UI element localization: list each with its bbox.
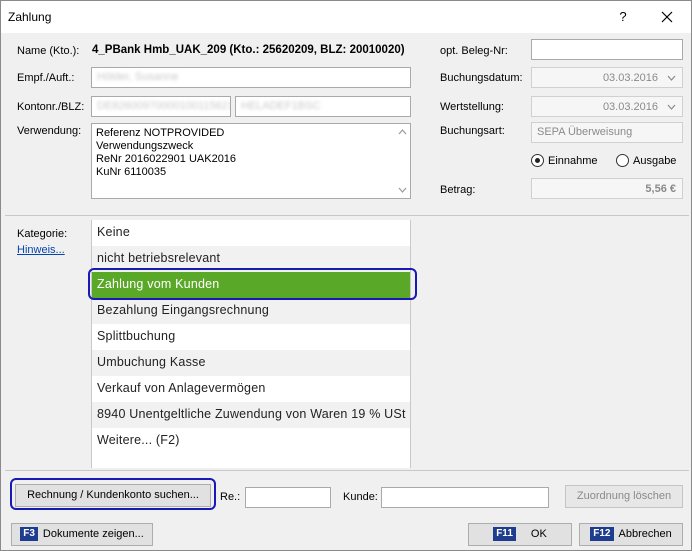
account-name-value: 4_PBank Hmb_UAK_209 (Kto.: 25620209, BLZ… <box>92 44 405 56</box>
f3-key-badge: F3 <box>20 527 38 541</box>
radio-unselected-icon <box>616 154 629 167</box>
category-item-splittbuchung[interactable]: Splittbuchung <box>92 324 410 350</box>
close-button[interactable] <box>653 6 681 28</box>
betrag-label: Betrag: <box>440 184 476 196</box>
category-item-bezahlung-eingangsrechnung[interactable]: Bezahlung Eingangsrechnung <box>92 298 410 324</box>
category-panel: Kategorie: Hinweis... Keine nicht betrie… <box>5 215 689 471</box>
window-title: Zahlung <box>8 10 52 24</box>
ok-button[interactable]: F11 OK <box>468 523 572 546</box>
blz-field[interactable]: HELADEF1BSC <box>235 96 411 117</box>
re-label: Re.: <box>220 491 241 503</box>
category-item-8940-zuwendung[interactable]: 8940 Unentgeltliche Zuwendung von Waren … <box>92 402 410 428</box>
verwendung-label: Verwendung: <box>17 125 82 137</box>
payment-dialog: Zahlung ? Name (Kto.): 4_PBank Hmb_UAK_2… <box>0 0 692 551</box>
booking-date-picker[interactable]: 03.03.2016 <box>531 67 683 88</box>
hint-link[interactable]: Hinweis... <box>17 244 65 256</box>
amount-field: 5,56 € <box>531 178 683 199</box>
scroll-down-icon[interactable] <box>398 187 407 194</box>
kunde-label: Kunde: <box>343 491 378 503</box>
buchungsart-label: Buchungsart: <box>440 125 505 137</box>
kontonr-label: Kontonr./BLZ: <box>17 101 85 113</box>
close-icon <box>661 11 673 23</box>
category-list: Keine nicht betriebsrelevant Zahlung vom… <box>91 220 411 468</box>
invoice-input[interactable] <box>245 487 331 508</box>
value-date-picker[interactable]: 03.03.2016 <box>531 96 683 117</box>
button-highlight <box>10 478 216 510</box>
chevron-down-icon <box>667 104 676 110</box>
buchungsdatum-label: Buchungsdatum: <box>440 72 523 84</box>
wertstellung-label: Wertstellung: <box>440 101 504 113</box>
f11-key-badge: F11 <box>493 527 516 541</box>
empf-label: Empf./Auft.: <box>17 72 75 84</box>
category-item-verkauf-anlagevermoegen[interactable]: Verkauf von Anlagevermögen <box>92 376 410 402</box>
scroll-up-icon[interactable] <box>398 128 407 135</box>
booking-details-panel: Name (Kto.): 4_PBank Hmb_UAK_209 (Kto.: … <box>5 33 689 211</box>
radio-ausgabe[interactable]: Ausgabe <box>616 154 676 167</box>
booking-type-field: SEPA Überweisung <box>531 122 683 143</box>
title-bar: Zahlung ? <box>1 1 691 33</box>
category-item-weitere[interactable]: Weitere... (F2) <box>92 428 410 454</box>
category-item-umbuchung-kasse[interactable]: Umbuchung Kasse <box>92 350 410 376</box>
beleg-label: opt. Beleg-Nr: <box>440 45 508 57</box>
account-number-field[interactable]: DE82600970000100115621 <box>91 96 231 117</box>
beleg-number-input[interactable] <box>531 39 683 60</box>
selection-highlight <box>88 268 417 300</box>
radio-selected-icon <box>531 154 544 167</box>
kategorie-label: Kategorie: <box>17 228 68 240</box>
category-item-keine[interactable]: Keine <box>92 220 410 246</box>
chevron-down-icon <box>667 75 676 81</box>
purpose-textarea[interactable]: Referenz NOTPROVIDED Verwendungszweck Re… <box>91 123 411 199</box>
show-documents-button[interactable]: F3 Dokumente zeigen... <box>11 523 153 546</box>
name-label: Name (Kto.): <box>17 45 80 57</box>
clear-assignment-button[interactable]: Zuordnung löschen <box>565 485 683 508</box>
help-button[interactable]: ? <box>613 7 633 27</box>
f12-key-badge: F12 <box>590 527 614 541</box>
cancel-button[interactable]: F12 Abbrechen <box>579 523 683 546</box>
customer-input[interactable] <box>381 487 549 508</box>
payee-field[interactable]: Hölder, Susanne <box>91 67 411 88</box>
radio-einnahme[interactable]: Einnahme <box>531 154 598 167</box>
